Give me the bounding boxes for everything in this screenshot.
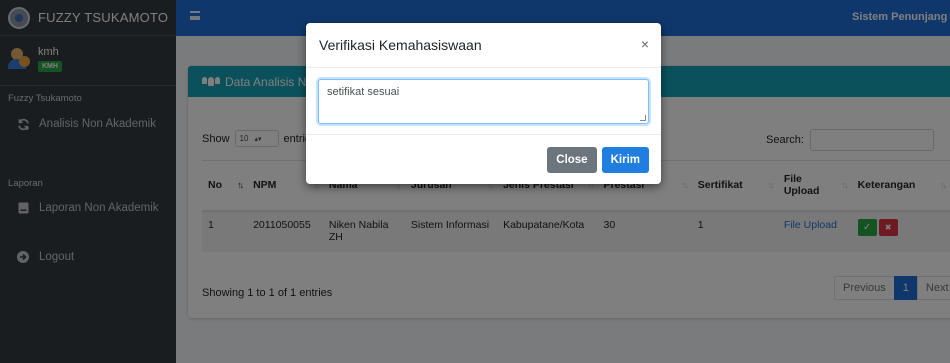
note-textarea-value: setifikat sesuai [327,86,400,98]
modal-body: setifikat sesuai [306,68,661,135]
modal-header: Verifikasi Kemahasiswaan × [306,23,661,68]
modal-title: Verifikasi Kemahasiswaan [319,37,482,53]
note-textarea[interactable]: setifikat sesuai [318,79,649,124]
close-button[interactable]: Close [547,147,597,173]
verification-modal: Verifikasi Kemahasiswaan × setifikat ses… [306,23,661,184]
close-icon[interactable]: × [641,36,649,52]
modal-footer: Close Kirim [306,135,661,185]
resize-handle-icon[interactable] [640,115,646,121]
submit-button[interactable]: Kirim [601,147,649,173]
